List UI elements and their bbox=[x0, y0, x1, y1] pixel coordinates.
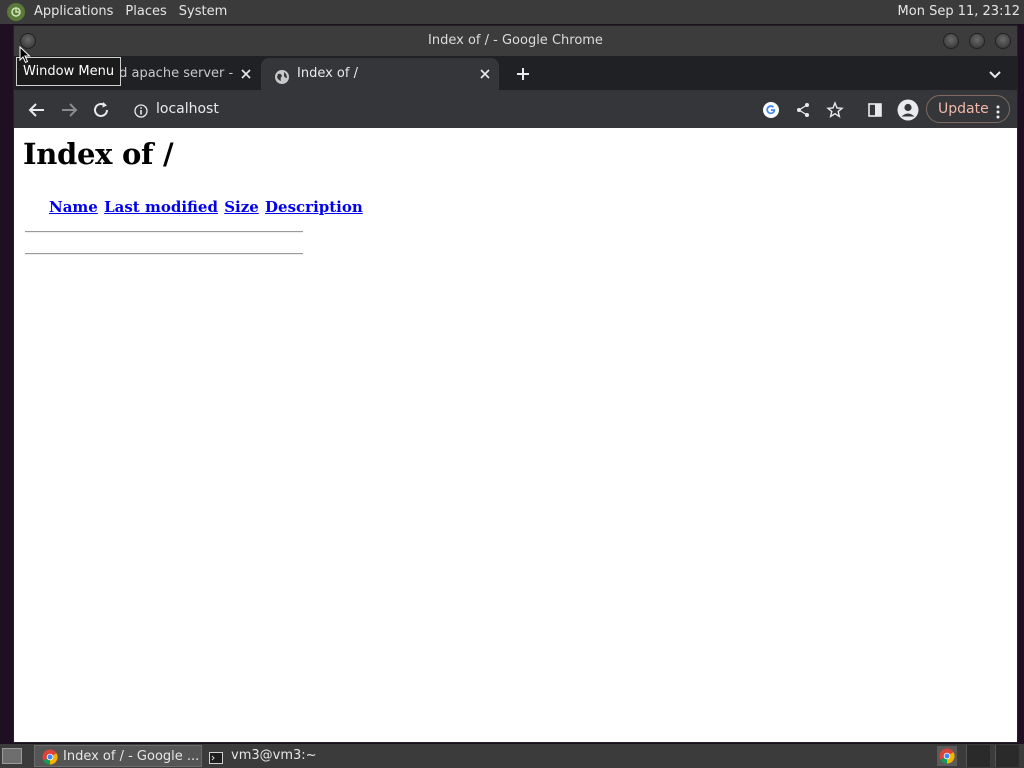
browser-window: Index of / - Google Chrome rd apache ser… bbox=[13, 25, 1018, 743]
tray-chrome-icon[interactable] bbox=[937, 746, 957, 766]
page-content: Index of / Name Last modified Size Descr… bbox=[14, 128, 1017, 742]
column-description-link[interactable]: Description bbox=[265, 198, 363, 216]
listing-header-row: Name Last modified Size Description bbox=[25, 198, 363, 220]
menu-system[interactable]: System bbox=[178, 0, 235, 24]
side-panel-icon[interactable] bbox=[866, 101, 884, 119]
taskbar-item-label: Index of / - Google ... bbox=[63, 749, 200, 764]
column-name-link[interactable]: Name bbox=[49, 198, 98, 216]
show-desktop-icon[interactable] bbox=[2, 748, 22, 764]
tab-strip: rd apache server - G Index of / bbox=[14, 56, 1017, 90]
directory-listing: Name Last modified Size Description bbox=[25, 198, 363, 255]
tab-index-of[interactable]: Index of / bbox=[261, 58, 499, 90]
window-titlebar[interactable]: Index of / - Google Chrome bbox=[14, 26, 1017, 56]
taskbar: Index of / - Google ... vm3@vm3:~ bbox=[0, 744, 1024, 768]
address-bar[interactable]: localhost bbox=[156, 90, 219, 128]
update-label: Update bbox=[938, 101, 989, 117]
window-title: Index of / - Google Chrome bbox=[428, 33, 603, 48]
tab-close-icon[interactable] bbox=[477, 66, 493, 82]
taskbar-item-chrome[interactable]: Index of / - Google ... bbox=[34, 745, 202, 767]
taskbar-item-terminal[interactable]: vm3@vm3:~ bbox=[205, 745, 385, 767]
menu-applications[interactable]: Applications bbox=[33, 0, 121, 24]
window-close-button[interactable] bbox=[995, 33, 1011, 49]
window-menu-tooltip: Window Menu bbox=[16, 57, 122, 86]
top-panel: Applications Places System Mon Sep 11, 2… bbox=[0, 0, 1024, 24]
taskbar-item-label: vm3@vm3:~ bbox=[231, 748, 317, 763]
chrome-icon bbox=[42, 749, 58, 766]
kebab-menu-icon[interactable] bbox=[996, 102, 1000, 128]
forward-arrow-icon[interactable] bbox=[60, 101, 78, 119]
share-icon[interactable] bbox=[794, 101, 812, 119]
reload-icon[interactable] bbox=[92, 101, 110, 119]
mouse-cursor-icon bbox=[19, 45, 31, 68]
update-button[interactable]: Update bbox=[926, 95, 1010, 123]
column-last-modified-link[interactable]: Last modified bbox=[104, 198, 218, 216]
chrome-icon bbox=[939, 748, 955, 768]
new-tab-plus-icon[interactable] bbox=[514, 65, 532, 83]
divider bbox=[25, 253, 303, 255]
minimize-button[interactable] bbox=[943, 33, 959, 49]
tab-label: Index of / bbox=[297, 66, 358, 81]
column-size-link[interactable]: Size bbox=[224, 198, 259, 216]
bookmark-star-icon[interactable] bbox=[826, 101, 844, 119]
browser-toolbar: localhost Update bbox=[14, 90, 1017, 128]
tab-label: rd apache server - G bbox=[114, 66, 234, 81]
terminal-icon bbox=[209, 750, 223, 767]
menu-places[interactable]: Places bbox=[124, 0, 174, 24]
divider bbox=[25, 231, 303, 233]
profile-avatar-icon[interactable] bbox=[897, 99, 919, 121]
distro-logo-icon[interactable] bbox=[7, 3, 25, 21]
google-lens-icon[interactable] bbox=[762, 101, 780, 119]
tab-close-icon[interactable] bbox=[238, 66, 254, 82]
site-info-icon[interactable] bbox=[134, 103, 148, 122]
workspace-switcher-2[interactable] bbox=[995, 745, 1019, 767]
back-arrow-icon[interactable] bbox=[28, 101, 46, 119]
page-title: Index of / bbox=[23, 137, 174, 171]
workspace-switcher-1[interactable] bbox=[966, 745, 990, 767]
clock[interactable]: Mon Sep 11, 23:12 bbox=[898, 0, 1020, 24]
maximize-button[interactable] bbox=[969, 33, 985, 49]
chevron-down-icon[interactable] bbox=[987, 66, 1003, 82]
